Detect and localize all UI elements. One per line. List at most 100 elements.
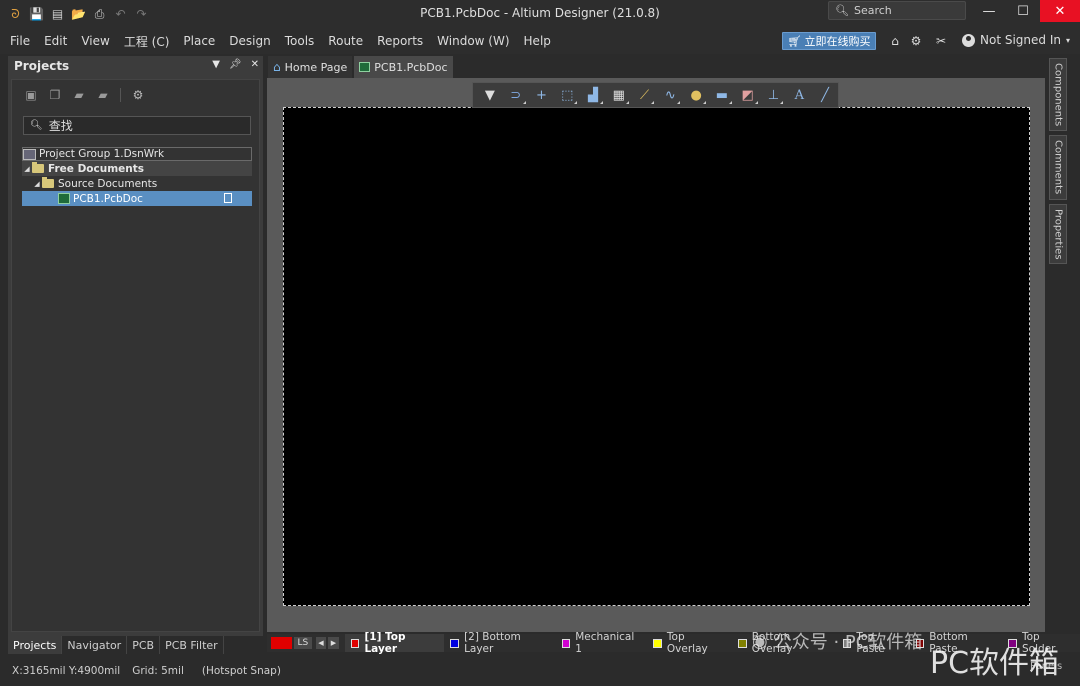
menu-file[interactable]: File [0, 28, 37, 54]
layer-label: [1] Top Layer [364, 631, 406, 655]
via-icon[interactable]: ● [683, 84, 709, 106]
dimension-icon[interactable]: ⊥ [761, 84, 787, 106]
watermark-small-text: 公众号 · PC软件箱 [773, 632, 923, 653]
expand-arrow-icon[interactable]: ◢ [22, 165, 32, 173]
folder-settings-icon[interactable]: ▰ [96, 88, 110, 102]
text-icon[interactable]: A [786, 84, 812, 106]
align-icon[interactable]: ▟ [580, 84, 606, 106]
redo-icon[interactable]: ↷ [134, 7, 149, 22]
tab-navigator[interactable]: Navigator [62, 636, 128, 654]
expand-arrow-icon[interactable]: ◢ [32, 180, 42, 188]
tree-item-project-group[interactable]: Project Group 1.DsnWrk [22, 147, 252, 161]
panel-menu-icon[interactable]: ▼ [212, 59, 220, 70]
projects-toolbar: ▣ ❐ ▰ ▰ ⚙ [12, 80, 259, 110]
snap-mode: (Hotspot Snap) [201, 665, 281, 677]
tree-item-label: Project Group 1.DsnWrk [39, 148, 165, 160]
minimize-button[interactable]: — [972, 0, 1006, 22]
route-icon[interactable]: ⟋ [632, 84, 658, 106]
tree-item-label: Source Documents [58, 177, 158, 190]
pin-icon[interactable]: 📌︎ [229, 59, 242, 70]
altium-logo-icon[interactable]: ᘐ [8, 7, 23, 22]
tree-item-source-documents[interactable]: ◢ Source Documents [22, 176, 259, 191]
panel-header-controls: ▼ 📌︎ ✕ [212, 59, 259, 70]
tab-label: Properties [1052, 208, 1064, 260]
search-icon: 🔍︎ [835, 4, 849, 17]
tune-length-icon[interactable]: ∿ [657, 84, 683, 106]
tools-icon[interactable]: ✂ [933, 33, 949, 49]
menu-bar: File Edit View 工程 (C) Place Design Tools… [0, 28, 1080, 54]
settings-icon[interactable]: ⚙ [131, 88, 145, 102]
layer-set-button[interactable]: LS [294, 637, 312, 649]
maximize-button[interactable]: ☐ [1006, 0, 1040, 22]
search-icon: 🔍︎ [30, 120, 43, 131]
menu-place[interactable]: Place [176, 28, 222, 54]
close-button[interactable]: ✕ [1040, 0, 1080, 22]
undo-icon[interactable]: ↶ [113, 7, 128, 22]
interactive-route-icon[interactable]: ⊃ [503, 84, 529, 106]
folder-icon [42, 177, 54, 188]
tab-pcb[interactable]: PCB [127, 636, 161, 654]
user-icon [962, 33, 975, 47]
print-icon[interactable]: ⎙ [92, 7, 107, 22]
tree-item-pcb-document[interactable]: PCB1.PcbDoc [22, 191, 252, 206]
tab-label: PCB1.PcbDoc [374, 60, 448, 74]
home-icon[interactable]: ⌂ [887, 33, 903, 49]
panel-close-icon[interactable]: ✕ [251, 59, 259, 70]
panel-tabs: Projects Navigator PCB PCB Filter [8, 636, 224, 654]
open-icon[interactable]: 📂 [71, 7, 86, 22]
copy-icon[interactable]: ❐ [48, 88, 62, 102]
menu-tools[interactable]: Tools [278, 28, 322, 54]
menu-route[interactable]: Route [321, 28, 370, 54]
menu-project[interactable]: 工程 (C) [117, 28, 177, 54]
component-icon[interactable]: ▦ [606, 84, 632, 106]
polygon-icon[interactable]: ◩ [735, 84, 761, 106]
menu-window[interactable]: Window (W) [430, 28, 516, 54]
save-project-icon[interactable]: ▣ [24, 88, 38, 102]
layer-tab[interactable]: [2] Bottom Layer [444, 631, 555, 655]
layer-label: Top Overlay [666, 631, 708, 655]
layer-tab[interactable]: Mechanical 1 [556, 631, 648, 655]
line-icon[interactable]: ╱ [812, 84, 838, 106]
menu-help[interactable]: Help [517, 28, 558, 54]
tab-components[interactable]: Components [1049, 58, 1067, 132]
gear-icon[interactable]: ⚙ [908, 33, 924, 49]
quick-access-toolbar: ᘐ 💾 ▤ 📂 ⎙ ↶ ↷ [0, 7, 160, 22]
pcb-board-canvas[interactable] [283, 107, 1030, 606]
layer-color-swatch [450, 638, 460, 648]
layer-tab[interactable]: Top Overlay [647, 631, 732, 655]
menu-reports[interactable]: Reports [370, 28, 430, 54]
menu-design[interactable]: Design [222, 28, 277, 54]
grid-size: Grid: 5mil [132, 665, 184, 677]
tab-pcb-document[interactable]: PCB1.PcbDoc [354, 56, 453, 78]
save-icon[interactable]: 💾 [29, 7, 44, 22]
tab-projects[interactable]: Projects [8, 636, 63, 654]
projects-search-input[interactable]: 🔍︎ 查找 [23, 116, 251, 135]
fill-icon[interactable]: ▬ [709, 84, 735, 106]
tab-comments[interactable]: Comments [1049, 135, 1067, 200]
tree-item-free-documents[interactable]: ◢ Free Documents [22, 161, 252, 176]
tree-item-label: PCB1.PcbDoc [73, 192, 143, 205]
watermark-channel: ◉ 公众号 · PC软件箱 [752, 628, 922, 654]
projects-panel: Projects ▼ 📌︎ ✕ ▣ ❐ ▰ ▰ ⚙ 🔍︎ 查找 Project … [8, 56, 263, 636]
user-account[interactable]: Not Signed In ▾ [962, 33, 1070, 47]
current-layer-color-swatch[interactable] [271, 637, 293, 649]
tab-home-page[interactable]: ⌂ Home Page [268, 56, 353, 78]
project-tree: Project Group 1.DsnWrk ◢ Free Documents … [22, 147, 259, 206]
layer-tab[interactable]: [1] Top Layer [344, 631, 445, 655]
projects-search-placeholder: 查找 [48, 119, 73, 133]
tab-pcb-filter[interactable]: PCB Filter [160, 636, 224, 654]
tab-properties[interactable]: Properties [1049, 203, 1067, 265]
search-placeholder: Search [853, 4, 892, 17]
folder-icon[interactable]: ▰ [72, 88, 86, 102]
save-all-icon[interactable]: ▤ [50, 7, 65, 22]
crosshair-icon[interactable]: + [529, 84, 555, 106]
select-rectangle-icon[interactable]: ⬚ [554, 84, 580, 106]
layer-prev-button[interactable]: ◀ [315, 637, 327, 649]
search-input[interactable]: 🔍︎ Search [828, 1, 966, 20]
menu-view[interactable]: View [74, 28, 116, 54]
filter-icon[interactable]: ▼ [477, 84, 503, 106]
cursor-coordinates: X:3165mil Y:4900mil [12, 665, 121, 677]
menu-edit[interactable]: Edit [37, 28, 74, 54]
layer-next-button[interactable]: ▶ [328, 637, 339, 649]
buy-online-button[interactable]: 🛒︎ 立即在线购买 [782, 32, 876, 50]
